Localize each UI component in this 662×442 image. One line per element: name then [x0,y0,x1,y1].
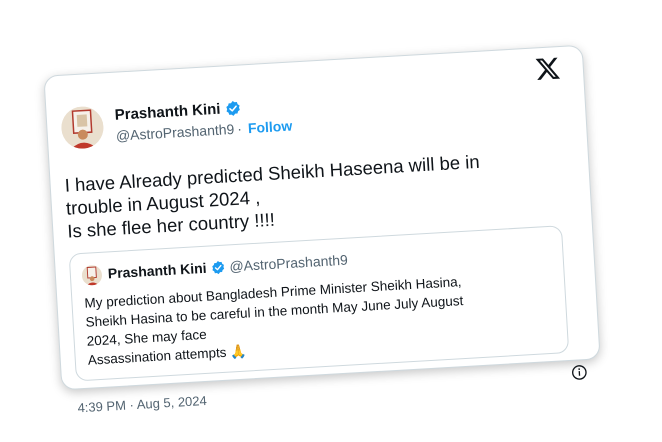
verified-badge-icon [226,101,240,116]
quoted-author-name[interactable]: Prashanth Kini [107,260,207,282]
x-logo-icon[interactable] [534,55,561,82]
verified-badge-icon [212,260,224,274]
avatar-portrait-icon [60,105,105,150]
quoted-tweet[interactable]: Prashanth Kini @AstroPrashanth9 My predi… [68,225,587,382]
author-handle[interactable]: @AstroPrashanth9 [115,121,234,144]
quoted-author-avatar[interactable] [81,264,103,286]
tweet-timestamp[interactable]: 4:39 PM · Aug 5, 2024 [77,393,207,415]
tweet-text: I have Already predicted Sheikh Haseena … [64,150,481,242]
quoted-author-handle[interactable]: @AstroPrashanth9 [229,252,348,275]
separator-dot: · [236,120,243,137]
author-name-row: Prashanth Kini [114,99,242,124]
info-icon[interactable] [571,364,588,381]
author-name[interactable]: Prashanth Kini [114,101,221,124]
quoted-header: Prashanth Kini @AstroPrashanth9 [107,252,348,282]
tweet-card: Prashanth Kini @AstroPrashanth9 · Follow… [43,44,601,415]
author-avatar[interactable] [60,105,105,150]
follow-button[interactable]: Follow [247,118,292,137]
quoted-tweet-text: My prediction about Bangladesh Prime Min… [84,274,464,368]
avatar-portrait-icon [81,264,103,286]
